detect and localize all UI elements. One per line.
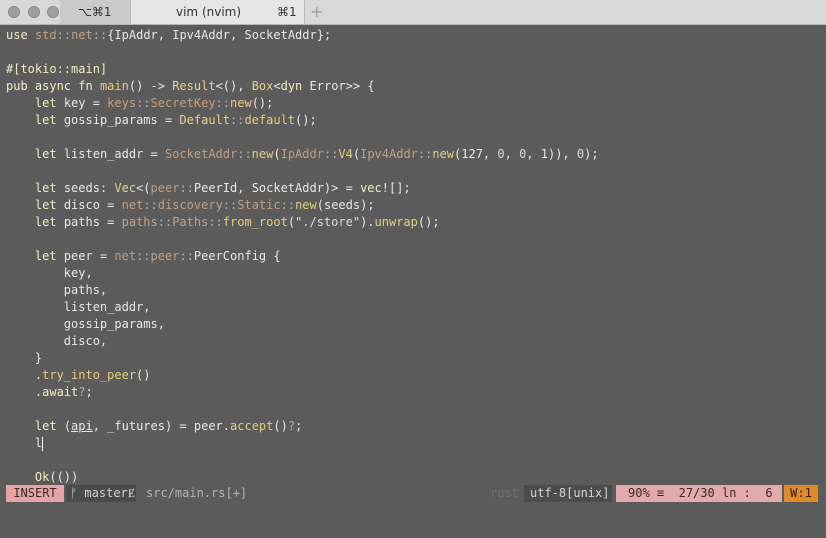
- code-line: let gossip_params = Default::default();: [34, 113, 317, 127]
- minimize-window-icon[interactable]: [28, 6, 40, 18]
- code-line: #[tokio::main]: [6, 62, 108, 76]
- line-position: 27/30: [678, 486, 715, 500]
- branch-label: ᚠ master: [70, 486, 128, 500]
- warning-count: W:1: [784, 485, 818, 502]
- tab-shortcut[interactable]: ⌥⌘1: [60, 0, 130, 24]
- tab-shortcut-label: ⌘1: [277, 5, 297, 19]
- tab-title: vim (nvim): [176, 5, 242, 19]
- code-line: .await?;: [6, 385, 93, 399]
- code-line: gossip_params,: [6, 317, 165, 331]
- code-line-current: l: [6, 436, 44, 451]
- code-line: disco,: [6, 334, 108, 348]
- cursor-position: 90% ≡ 27/30 ln : 6: [616, 485, 782, 502]
- code-line: Ok(()): [34, 470, 79, 484]
- code-line: let seeds: Vec<(peer::PeerId, SocketAddr…: [34, 181, 411, 195]
- tab-vim[interactable]: vim (nvim) ⌘1: [130, 0, 305, 24]
- zoom-window-icon[interactable]: [47, 6, 59, 18]
- new-tab-icon[interactable]: +: [310, 0, 323, 24]
- code-line: let (api, _futures) = peer.accept()?;: [34, 419, 303, 433]
- code-line: .try_into_peer(): [6, 368, 151, 382]
- text-cursor: [42, 436, 44, 451]
- file-encoding: utf-8[unix]: [524, 485, 612, 502]
- column-number: 6: [765, 486, 773, 500]
- status-line: INSERT ᚠ masterɆ src/main.rs[+] rust utf…: [0, 485, 826, 502]
- file-name: src/main.rs[+]: [146, 486, 248, 500]
- code-line: let peer = net::peer::PeerConfig {: [34, 249, 281, 263]
- code-line: let disco = net::discovery::Static::new(…: [34, 198, 375, 212]
- list-icon: ≡: [656, 486, 665, 500]
- code-line: paths,: [6, 283, 108, 297]
- code-line: listen_addr,: [6, 300, 151, 314]
- branch-mark: Ɇ: [127, 486, 136, 500]
- code-line: let paths = paths::Paths::from_root("./s…: [34, 215, 440, 229]
- terminal-window: ⌥⌘1 vim (nvim) ⌘1 + use std::net::{IpAdd…: [0, 0, 826, 538]
- tab-shortcut-label: ⌥⌘1: [78, 5, 112, 19]
- title-bar: ⌥⌘1 vim (nvim) ⌘1 +: [0, 0, 826, 25]
- code-line: key,: [6, 266, 93, 280]
- code-line: let listen_addr = SocketAddr::new(IpAddr…: [34, 147, 599, 161]
- git-branch: ᚠ masterɆ: [66, 485, 136, 502]
- close-window-icon[interactable]: [8, 6, 20, 18]
- file-type: rust: [490, 486, 519, 500]
- col-separator: :: [743, 486, 751, 500]
- mode-indicator: INSERT: [6, 485, 64, 502]
- code-line: }: [6, 351, 43, 365]
- code-line: pub async fn main() -> Result<(), Box<dy…: [6, 79, 375, 93]
- scroll-percent: 90%: [628, 486, 650, 500]
- code-line: let key = keys::SecretKey::new();: [34, 96, 274, 110]
- code-line: use std::net::{IpAddr, Ipv4Addr, SocketA…: [6, 28, 332, 42]
- line-label: ln: [721, 486, 737, 500]
- editor-buffer[interactable]: use std::net::{IpAddr, Ipv4Addr, SocketA…: [0, 25, 826, 484]
